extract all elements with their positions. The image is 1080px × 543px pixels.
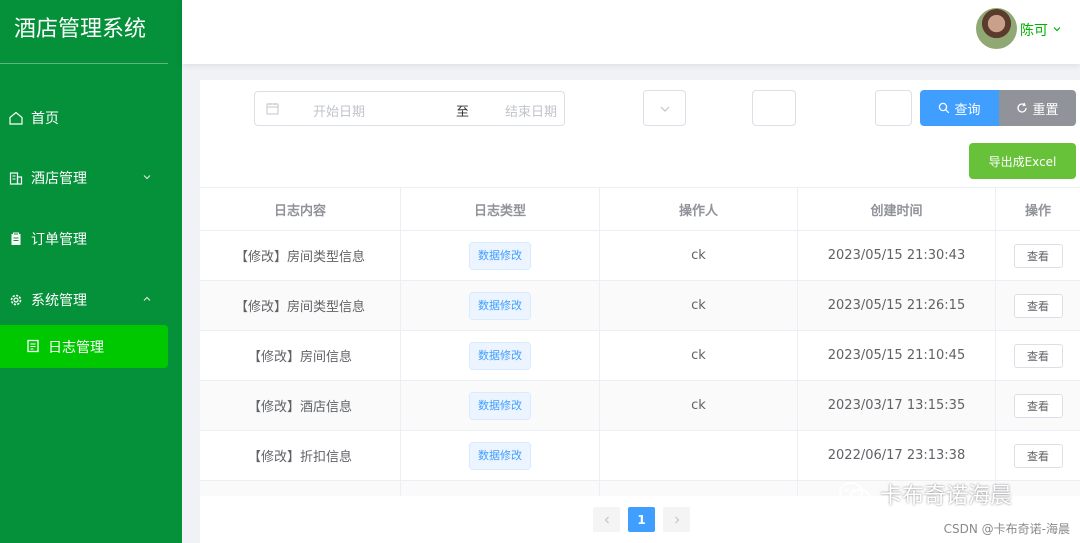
avatar[interactable] [976,8,1017,49]
pagination: 1 [593,507,690,532]
log-table: 日志内容 日志类型 操作人 创建时间 操作 【修改】房间类型信息 数据修改 ck… [200,187,1080,496]
chevron-down-icon [659,103,671,119]
document-icon [26,339,42,355]
operator-cell: ck [600,281,798,330]
watermark-text: 卡布奇诺海晨 [880,484,1013,509]
sidebar-item-system[interactable]: 系统管理 [0,278,182,322]
view-button[interactable]: 查看 [1013,293,1063,318]
end-date-input[interactable]: 结束日期 [505,101,605,120]
log-type-tag: 数据修改 [469,291,531,320]
operator-cell: ck [600,331,798,380]
column-header: 操作 [1024,203,1051,219]
search-button[interactable]: 查询 [920,90,999,126]
sidebar-item-label: 订单管理 [31,232,87,248]
log-type-tag: 数据修改 [469,341,531,370]
chevron-right-icon [674,516,679,523]
export-excel-button[interactable]: 导出成Excel [969,143,1076,179]
search-icon [938,102,950,114]
gear-icon [8,292,24,308]
refresh-icon [1016,102,1028,114]
sidebar-item-home[interactable]: 首页 [0,96,182,140]
user-menu[interactable]: 陈可 [1020,20,1062,40]
view-button[interactable]: 查看 [1013,443,1063,468]
prev-page-button[interactable] [593,507,620,532]
range-separator: 至 [456,105,470,120]
building-icon [8,170,24,186]
calendar-icon [266,102,279,119]
start-date-input[interactable]: 开始日期 [313,101,433,120]
log-content: 【修改】房间类型信息 [200,281,401,330]
created-time: 2023/05/15 21:30:43 [798,231,996,280]
table-row: 【修改】房间类型信息 数据修改 ck 2023/05/15 21:26:15 查… [200,281,1080,331]
sidebar-item-hotel[interactable]: 酒店管理 [0,156,182,200]
clipboard-icon [8,231,24,247]
log-type-tag [491,495,509,496]
column-header: 日志内容 [200,188,401,230]
main-panel: 开始日期 至 结束日期 查询 重置 导出成Excel 日志内容 日志类型 操作人… [200,80,1080,543]
log-content: 【修改】酒店信息 [200,381,401,430]
reset-button[interactable]: 重置 [999,90,1076,126]
page-number[interactable]: 1 [628,507,655,532]
created-time: 2023/05/15 21:26:15 [798,281,996,330]
home-icon [8,110,24,126]
sidebar-item-label: 首页 [31,111,59,127]
watermark-credit: CSDN @卡布奇诺-海晨 [943,522,1070,536]
sidebar-item-label: 酒店管理 [31,171,87,187]
created-time: 2023/03/17 13:15:35 [798,381,996,430]
app-title: 酒店管理系统 [0,0,168,64]
user-name: 陈可 [1020,23,1048,39]
watermark: 卡布奇诺海晨 [838,478,1012,510]
table-row: 【修改】房间信息 数据修改 ck 2023/05/15 21:10:45 查看 [200,331,1080,381]
reset-button-label: 重置 [1032,102,1059,118]
sidebar-item-label: 日志管理 [48,339,104,356]
chevron-down-icon [142,170,152,186]
date-range-picker[interactable]: 开始日期 至 结束日期 [254,91,565,126]
sidebar-item-logs[interactable]: 日志管理 [0,325,168,368]
table-header-row: 日志内容 日志类型 操作人 创建时间 操作 [200,188,1080,231]
next-page-button[interactable] [663,507,690,532]
search-button-label: 查询 [954,102,981,118]
created-time: 2023/05/15 21:10:45 [798,331,996,380]
column-header: 日志类型 [401,188,600,230]
operator-cell [600,431,798,480]
sidebar-item-label: 系统管理 [31,293,87,309]
column-header: 操作人 [600,188,798,230]
table-row: 【修改】房间类型信息 数据修改 ck 2023/05/15 21:30:43 查… [200,231,1080,281]
log-type-tag: 数据修改 [469,391,531,420]
log-type-tag: 数据修改 [469,241,531,270]
view-button[interactable]: 查看 [1013,393,1063,418]
chevron-up-icon [142,292,152,308]
chevron-left-icon [604,516,609,523]
column-header: 创建时间 [798,188,996,230]
keyword-input[interactable] [875,90,912,126]
log-content: 【修改】房间信息 [200,331,401,380]
view-button[interactable]: 查看 [1013,343,1063,368]
operator-cell: ck [600,231,798,280]
sidebar-item-orders[interactable]: 订单管理 [0,217,182,261]
log-type-tag: 数据修改 [469,441,531,470]
table-row: 【修改】酒店信息 数据修改 ck 2023/03/17 13:15:35 查看 [200,381,1080,431]
operator-cell: ck [600,381,798,430]
operator-input[interactable] [752,90,796,126]
created-time: 2022/06/17 23:13:38 [798,431,996,480]
sidebar: 酒店管理系统 首页 酒店管理 订单管理 系统管理 日志管理 [0,0,182,543]
view-button[interactable]: 查看 [1013,243,1063,268]
log-content: 【修改】房间类型信息 [200,231,401,280]
table-row: 【修改】折扣信息 数据修改 2022/06/17 23:13:38 查看 [200,431,1080,481]
top-header: 陈可 [182,0,1080,64]
chevron-down-icon [1052,22,1062,38]
log-content: 【修改】折扣信息 [200,431,401,480]
wechat-icon [838,481,872,507]
log-type-select[interactable] [643,90,686,126]
